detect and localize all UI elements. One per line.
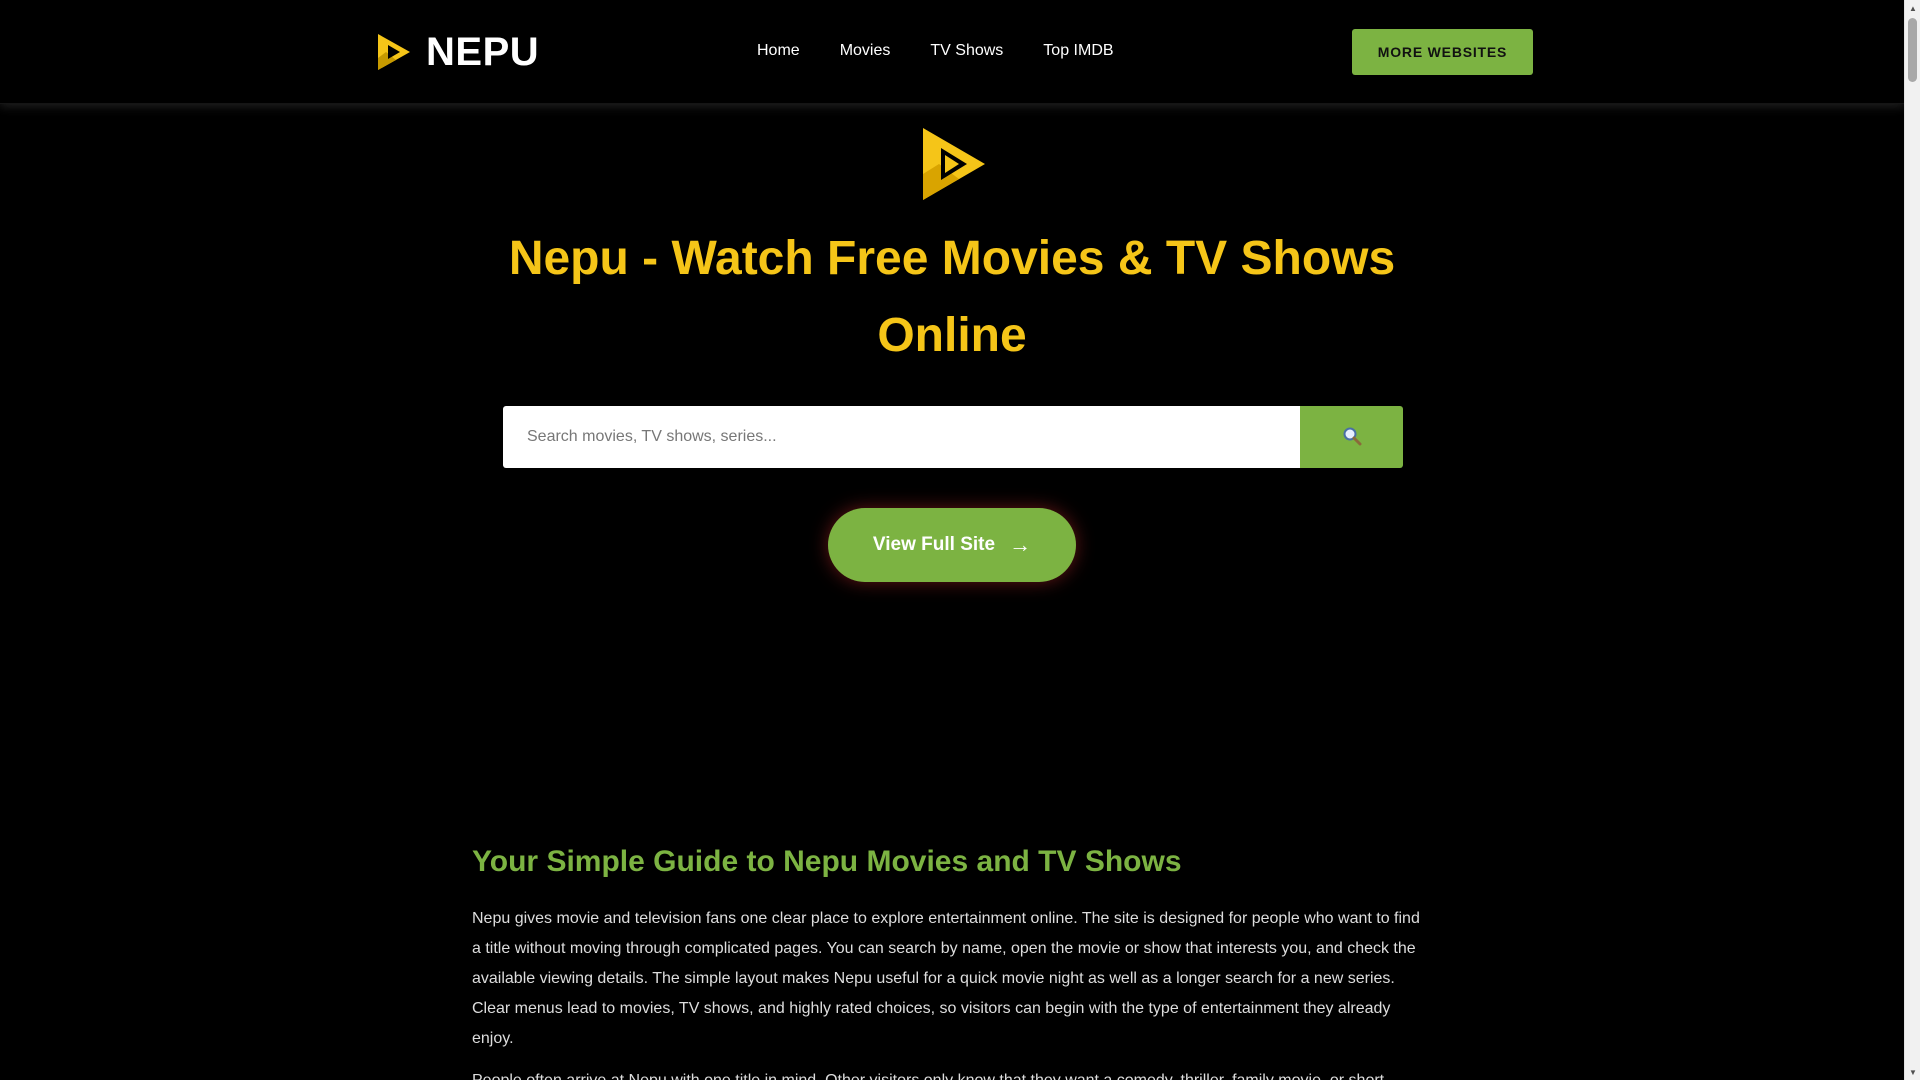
article-heading: Your Simple Guide to Nepu Movies and TV … (472, 845, 1182, 878)
scrollbar-thumb[interactable] (1908, 18, 1917, 82)
search-input[interactable] (503, 406, 1300, 468)
view-full-site-label: View Full Site (872, 534, 996, 555)
arrow-right-icon: → (1009, 532, 1032, 557)
main-nav: Home Movies TV Shows Top IMDB (757, 40, 1114, 62)
article-paragraph: Nepu gives movie and television fans one… (472, 910, 1420, 1047)
nav-movies[interactable]: Movies (840, 40, 891, 62)
page-title: Nepu - Watch Free Movies & TV Shows Onli… (508, 232, 1396, 362)
article-paragraph: People often arrive at Nepu with one tit… (472, 1066, 1422, 1080)
guide-article: Your Simple Guide to Nepu Movies and TV … (472, 840, 1422, 1080)
nav-top-imdb[interactable]: Top IMDB (1043, 40, 1113, 62)
nav-home[interactable]: Home (757, 40, 800, 62)
play-logo-icon (376, 32, 412, 72)
search-icon (1342, 426, 1362, 449)
brand-logo[interactable]: NEPU (376, 30, 539, 74)
view-full-site-button[interactable]: View Full Site → (828, 508, 1076, 582)
hero-logo (919, 124, 989, 204)
site-header: NEPU Home Movies TV Shows Top IMDB MORE … (0, 0, 1904, 104)
search-button[interactable] (1300, 406, 1403, 468)
scroll-up-icon[interactable]: ▲ (1905, 0, 1920, 16)
more-websites-button[interactable]: MORE WEBSITES (1352, 29, 1533, 75)
scroll-down-icon[interactable]: ▼ (1905, 1064, 1920, 1080)
page: NEPU Home Movies TV Shows Top IMDB MORE … (0, 0, 1904, 1080)
nav-tv-shows[interactable]: TV Shows (930, 40, 1003, 62)
page-scrollbar[interactable]: ▲ ▼ (1904, 0, 1920, 1080)
play-logo-icon (919, 124, 989, 204)
search-bar (503, 406, 1403, 468)
brand-name: NEPU (426, 30, 540, 74)
